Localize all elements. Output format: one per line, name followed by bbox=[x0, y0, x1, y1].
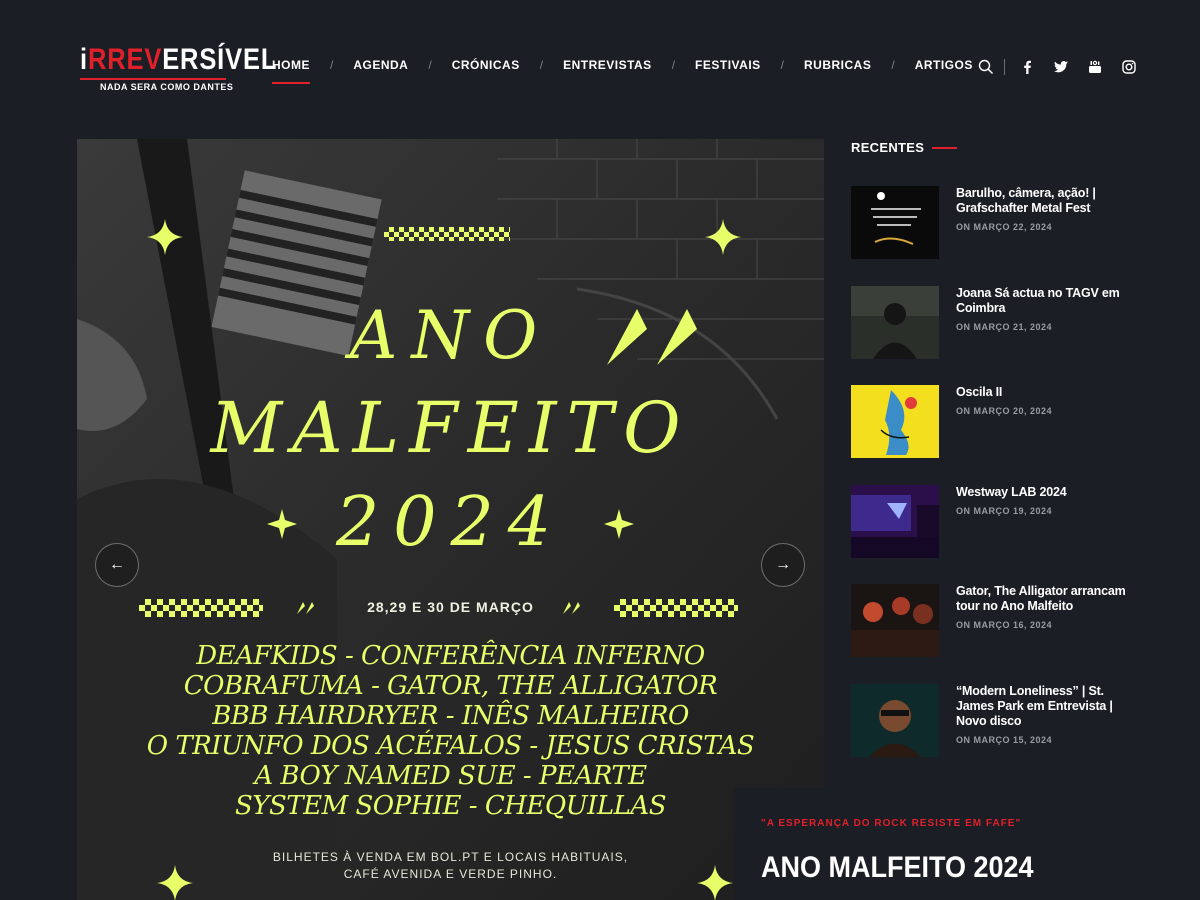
nav-separator: / bbox=[330, 58, 334, 72]
nav-item-entrevistas[interactable]: ENTREVISTAS bbox=[563, 58, 652, 72]
post-date: ON MARÇO 20, 2024 bbox=[956, 406, 1053, 416]
post-thumbnail[interactable] bbox=[851, 186, 939, 259]
recent-post[interactable]: “Modern Loneliness” | St. James Park em … bbox=[851, 684, 1151, 757]
post-title[interactable]: Oscila II bbox=[956, 385, 1136, 400]
caption-kicker: "A ESPERANÇA DO ROCK RESISTE EM FAFE" bbox=[761, 818, 1022, 829]
poster-title-line: MALFEITO bbox=[210, 387, 691, 469]
facebook-icon[interactable] bbox=[1017, 58, 1037, 76]
main-navigation: HOME / AGENDA / CRÓNICAS / ENTREVISTAS /… bbox=[272, 58, 973, 84]
lineup-line: BBB HAIRDRYER - INÊS MALHEIRO bbox=[212, 701, 689, 731]
caption-title[interactable]: ANO MALFEITO 2024 bbox=[761, 851, 1132, 885]
logo-tagline: NADA SERA COMO DANTES bbox=[100, 82, 234, 92]
logo-wordmark: iRREVERSÍVEL bbox=[80, 43, 278, 76]
logo-underline bbox=[80, 78, 226, 80]
post-date: ON MARÇO 15, 2024 bbox=[956, 735, 1053, 745]
nav-separator: / bbox=[891, 58, 895, 72]
sidebar-heading-text: RECENTES bbox=[851, 140, 925, 155]
poster-lineup: DEAFKIDS - CONFERÊNCIA INFERNO COBRAFUMA… bbox=[77, 641, 824, 821]
sparkle-icon bbox=[705, 219, 741, 255]
tickets-line: CAFÉ AVENIDA E VERDE PINHO. bbox=[343, 867, 558, 881]
post-title[interactable]: Westway LAB 2024 bbox=[956, 485, 1136, 500]
post-date: ON MARÇO 22, 2024 bbox=[956, 222, 1053, 232]
poster-title-line: 2024 bbox=[335, 483, 566, 562]
heading-accent-line bbox=[932, 146, 958, 149]
nav-separator: / bbox=[539, 58, 544, 72]
post-title[interactable]: Joana Sá actua no TAGV em Coimbra bbox=[956, 286, 1136, 316]
nav-separator: / bbox=[780, 58, 784, 72]
recent-post[interactable]: Oscila II ON MARÇO 20, 2024 bbox=[851, 385, 1151, 458]
sidebar-recent-posts: RECENTES Barulho, câmera, ação! | Grafsc… bbox=[851, 140, 1151, 757]
nav-item-festivais[interactable]: FESTIVAIS bbox=[695, 58, 761, 72]
tools-divider bbox=[1004, 59, 1005, 75]
search-icon[interactable] bbox=[976, 58, 996, 76]
nav-item-agenda[interactable]: AGENDA bbox=[353, 58, 408, 72]
post-thumbnail[interactable] bbox=[851, 385, 939, 458]
nav-separator: / bbox=[428, 58, 432, 72]
lineup-line: DEAFKIDS - CONFERÊNCIA INFERNO bbox=[196, 641, 705, 671]
post-date: ON MARÇO 21, 2024 bbox=[956, 322, 1053, 332]
slider-prev-button[interactable]: ← bbox=[95, 543, 139, 587]
lineup-line: A BOY NAMED SUE - PEARTE bbox=[254, 761, 647, 791]
nav-separator: / bbox=[671, 58, 676, 72]
post-title[interactable]: “Modern Loneliness” | St. James Park em … bbox=[956, 684, 1136, 729]
recent-post[interactable]: Westway LAB 2024 ON MARÇO 19, 2024 bbox=[851, 485, 1151, 558]
sparkle-icon bbox=[147, 219, 183, 255]
instagram-icon[interactable] bbox=[1119, 58, 1139, 76]
recent-post[interactable]: Barulho, câmera, ação! | Grafschafter Me… bbox=[851, 186, 1151, 259]
poster-dates: 28,29 E 30 DE MARÇO bbox=[367, 599, 534, 615]
recent-post[interactable]: Joana Sá actua no TAGV em Coimbra ON MAR… bbox=[851, 286, 1151, 359]
post-date: ON MARÇO 19, 2024 bbox=[956, 506, 1053, 516]
hero-slider[interactable]: ANO MALFEITO 2024 28,29 E 30 DE MARÇO DE… bbox=[77, 139, 824, 900]
poster-title-line: ANO bbox=[349, 297, 552, 374]
poster-tickets-info: BILHETES À VENDA EM BOL.PT E LOCAIS HABI… bbox=[77, 849, 824, 883]
header-tools bbox=[976, 58, 1139, 76]
post-thumbnail[interactable] bbox=[851, 286, 939, 359]
nav-item-artigos[interactable]: ARTIGOS bbox=[915, 58, 973, 72]
lineup-line: SYSTEM SOPHIE - CHEQUILLAS bbox=[234, 791, 667, 821]
post-thumbnail[interactable] bbox=[851, 485, 939, 558]
lineup-line: COBRAFUMA - GATOR, THE ALLIGATOR bbox=[183, 671, 718, 701]
hero-caption[interactable]: "A ESPERANÇA DO ROCK RESISTE EM FAFE" AN… bbox=[734, 788, 1200, 900]
nav-item-cronicas[interactable]: CRÓNICAS bbox=[452, 58, 520, 72]
arrow-right-icon: → bbox=[775, 556, 791, 573]
sidebar-heading: RECENTES bbox=[851, 140, 1151, 155]
tickets-line: BILHETES À VENDA EM BOL.PT E LOCAIS HABI… bbox=[272, 850, 629, 864]
twitter-icon[interactable] bbox=[1051, 58, 1071, 76]
post-title[interactable]: Gator, The Alligator arrancam tour no An… bbox=[956, 584, 1136, 614]
post-title[interactable]: Barulho, câmera, ação! | Grafschafter Me… bbox=[956, 186, 1136, 216]
nav-item-home[interactable]: HOME bbox=[272, 58, 310, 84]
post-thumbnail[interactable] bbox=[851, 684, 939, 757]
recent-post[interactable]: Gator, The Alligator arrancam tour no An… bbox=[851, 584, 1151, 657]
post-date: ON MARÇO 16, 2024 bbox=[956, 620, 1053, 630]
youtube-icon[interactable] bbox=[1085, 58, 1105, 76]
nav-item-rubricas[interactable]: RUBRICAS bbox=[804, 58, 871, 72]
slider-next-button[interactable]: → bbox=[761, 543, 805, 587]
post-thumbnail[interactable] bbox=[851, 584, 939, 657]
lineup-line: O TRIUNFO DOS ACÉFALOS - JESUS CRISTAS bbox=[146, 731, 755, 761]
arrow-left-icon: ← bbox=[109, 556, 125, 573]
site-logo[interactable]: iRREVERSÍVEL NADA SERA COMO DANTES bbox=[80, 43, 278, 92]
checker-pattern bbox=[384, 227, 510, 241]
